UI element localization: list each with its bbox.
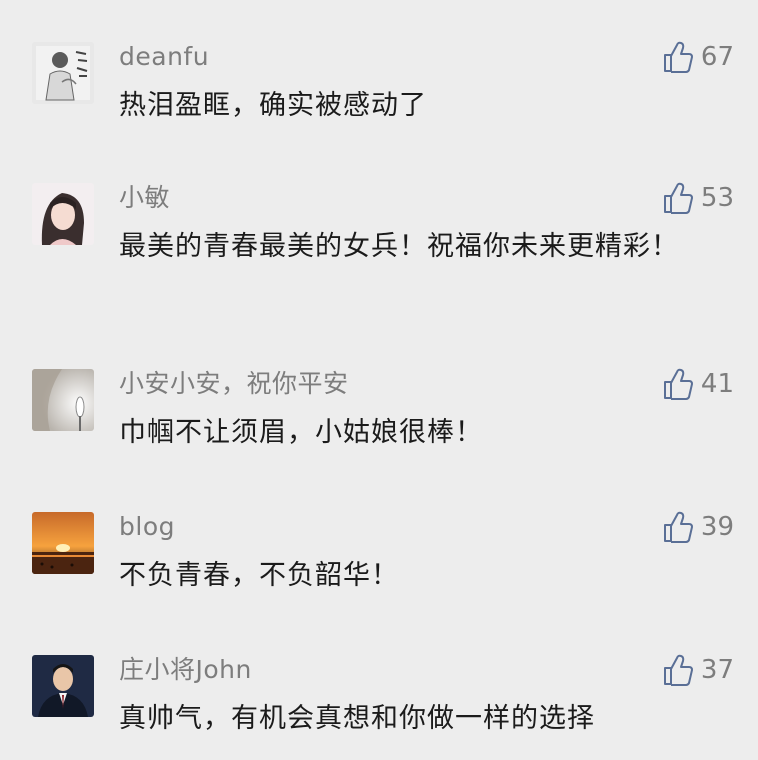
like-count: 37	[700, 655, 734, 685]
girl-portrait-avatar-icon	[32, 183, 94, 245]
username[interactable]: 小敏	[119, 182, 170, 214]
thumbs-up-icon	[663, 41, 693, 73]
username[interactable]: deanfu	[119, 41, 209, 73]
man-in-suit-avatar-icon	[32, 655, 94, 717]
avatar[interactable]	[32, 512, 94, 574]
comment-text: 巾帼不让须眉，小姑娘很棒！	[119, 417, 483, 448]
comment-text: 最美的青春最美的女兵！祝福你未来更精彩！	[119, 231, 679, 262]
like-button[interactable]: 67	[663, 40, 734, 74]
like-button[interactable]: 39	[663, 510, 734, 544]
avatar[interactable]	[32, 369, 94, 431]
like-count: 41	[700, 369, 734, 399]
avatar[interactable]	[32, 42, 94, 104]
thumbs-up-icon	[663, 511, 693, 543]
like-count: 53	[700, 183, 734, 213]
sunset-avatar-icon	[32, 512, 94, 574]
username[interactable]: 小安小安，祝你平安	[119, 368, 349, 400]
like-button[interactable]: 37	[663, 653, 734, 687]
avatar[interactable]	[32, 655, 94, 717]
lamp-light-avatar-icon	[32, 369, 94, 431]
comment-text: 不负青春，不负韶华！	[119, 560, 399, 591]
username[interactable]: blog	[119, 511, 175, 543]
sketch-figure-avatar-icon	[32, 42, 94, 104]
comment-text: 真帅气，有机会真想和你做一样的选择	[119, 703, 595, 734]
avatar[interactable]	[32, 183, 94, 245]
like-button[interactable]: 53	[663, 181, 734, 215]
username[interactable]: 庄小将John	[119, 654, 252, 686]
like-button[interactable]: 41	[663, 367, 734, 401]
thumbs-up-icon	[663, 654, 693, 686]
thumbs-up-icon	[663, 182, 693, 214]
comment-text: 热泪盈眶，确实被感动了	[119, 90, 427, 121]
thumbs-up-icon	[663, 368, 693, 400]
like-count: 67	[700, 42, 734, 72]
like-count: 39	[700, 512, 734, 542]
